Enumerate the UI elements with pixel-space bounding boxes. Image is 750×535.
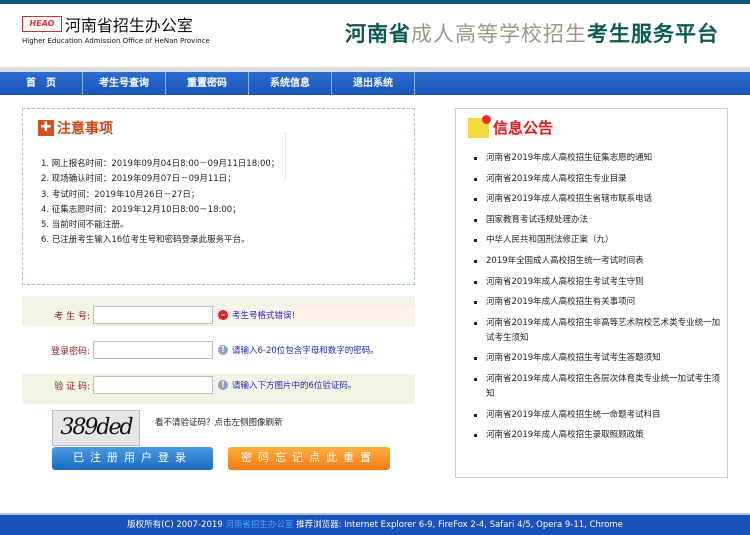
plus-icon: ✚ <box>38 120 54 136</box>
title-part: 成人高等学校招生 <box>411 22 587 46</box>
news-link[interactable]: 河南省2019年成人高校招生考试考生守则 <box>474 275 726 290</box>
captcha-refresh-hint: 看不清验证码？点击左侧图像刷新 <box>155 418 283 428</box>
org-link[interactable]: 河南省招生办公室 <box>225 520 293 530</box>
notice-item: 3. 考试时间：2019年10月26日－27日； <box>41 189 200 200</box>
row-pad <box>22 396 415 404</box>
notice-item: 1. 网上报名时间：2019年09月04日8:00－09月11日18:00； <box>41 159 280 169</box>
news-link[interactable]: 河南省2019年成人高校招生征集志愿的通知 <box>474 151 726 166</box>
nav-exam-no-query[interactable]: 考生号查询 <box>83 72 166 95</box>
nav-logout[interactable]: 退出系统 <box>332 72 415 95</box>
nav-reset-password[interactable]: 重置密码 <box>166 72 249 95</box>
pushpin-icon <box>468 114 491 138</box>
news-link[interactable]: 河南省2019年成人高校招生非高等艺术院校艺术类专业统一加试考生须知 <box>474 316 726 346</box>
logo-mark: HEAO <box>22 16 62 32</box>
exam-no-label: 考 生 号: <box>54 311 90 322</box>
exam-no-input[interactable] <box>93 306 213 324</box>
notice-item: 2. 现场确认时间：2019年09月07日－09月11日； <box>41 174 236 185</box>
logo: HEAO 河南省招生办公室 Higher Education Admission… <box>22 12 210 45</box>
news-link[interactable]: 河南省2019年成人高校招生考试考生答题须知 <box>474 351 726 366</box>
logo-cn: 河南省招生办公室 <box>64 16 193 35</box>
notice-title: ✚ 注意事项 <box>38 118 113 138</box>
captcha-label: 验 证 码: <box>54 381 90 392</box>
news-panel: 信息公告 河南省2019年成人高校招生征集志愿的通知 河南省2019年成人高校招… <box>455 108 728 478</box>
captcha-input[interactable] <box>93 376 213 394</box>
password-row: 登录密码: ! 请输入6-20位包含字母和数字的密码。 <box>22 339 415 361</box>
news-link[interactable]: 河南省2019年成人高校招生统一命题考试科目 <box>474 408 726 423</box>
notice-item: 5. 当前时间不能注册。 <box>41 220 129 231</box>
footer: 版权所有(C) 2007-2019 河南省招生办公室 推荐浏览器: Intern… <box>0 513 750 535</box>
news-link[interactable]: 河南省2019年成人高校招生省辖市联系电话 <box>474 192 726 207</box>
exam-no-error: 考生号格式错误！ <box>232 311 301 321</box>
news-link[interactable]: 2019年全国成人高校招生统一考试时间表 <box>474 254 726 269</box>
password-input[interactable] <box>93 341 213 359</box>
news-link[interactable]: 河南省2019年成人高校招生有关事项问 <box>474 295 726 310</box>
nav-system-info[interactable]: 系统信息 <box>249 72 332 95</box>
news-link[interactable]: 中华人民共和国刑法修正案（九） <box>474 233 726 248</box>
notice-item: 6. 已注册考生输入16位考生号和密码登录此服务平台。 <box>41 235 250 246</box>
captcha-row: 验 证 码: ! 请输入下方图片中的6位验证码。 <box>22 374 415 396</box>
nav-home[interactable]: 首 页 <box>0 72 83 95</box>
notice-panel: ✚ 注意事项 1. 网上报名时间：2019年09月04日8:00－09月11日18… <box>22 108 415 285</box>
top-border <box>0 0 750 4</box>
news-link[interactable]: 国家教育考试违规处理办法 <box>474 213 726 228</box>
news-link[interactable]: 河南省2019年成人高校招生录取照顾政策 <box>474 428 726 443</box>
captcha-hint: 请输入下方图片中的6位验证码。 <box>232 381 357 391</box>
notice-title-text: 注意事项 <box>57 121 113 137</box>
browser-recommendation: 推荐浏览器: Internet Explorer 6-9, FireFox 2-… <box>293 520 623 530</box>
news-link[interactable]: 河南省2019年成人高校招生各层次体育类专业统一加试考生须知 <box>474 372 726 402</box>
news-title: 信息公告 <box>468 114 554 138</box>
main-nav: 首 页 考生号查询 重置密码 系统信息 退出系统 <box>0 72 750 95</box>
title-part: 河南省 <box>345 22 411 46</box>
site-title: 河南省成人高等学校招生考生服务平台 <box>345 18 719 48</box>
error-icon: – <box>218 310 228 320</box>
news-link[interactable]: 河南省2019年成人高校招生专业目录 <box>474 172 726 187</box>
captcha-image[interactable]: 389ded <box>52 410 140 446</box>
divider <box>285 133 286 179</box>
notice-item: 4. 征集志愿时间：2019年12月10日8:00－18:00； <box>41 204 241 215</box>
reset-password-button[interactable]: 密码忘记点此重置 <box>228 447 390 470</box>
info-icon: ! <box>218 380 228 390</box>
password-label: 登录密码: <box>50 346 90 357</box>
login-button[interactable]: 已注册用户登录 <box>52 447 213 470</box>
info-icon: ! <box>218 345 228 355</box>
exam-no-row: 考 生 号: – 考生号格式错误！ <box>22 304 415 326</box>
logo-en: Higher Education Admission Office of HeN… <box>22 37 210 45</box>
row-pad <box>22 296 415 304</box>
password-hint: 请输入6-20位包含字母和数字的密码。 <box>232 346 379 356</box>
news-title-text: 信息公告 <box>493 119 554 137</box>
title-part: 考生服务平台 <box>587 22 719 46</box>
copyright: 版权所有(C) 2007-2019 <box>127 520 226 530</box>
